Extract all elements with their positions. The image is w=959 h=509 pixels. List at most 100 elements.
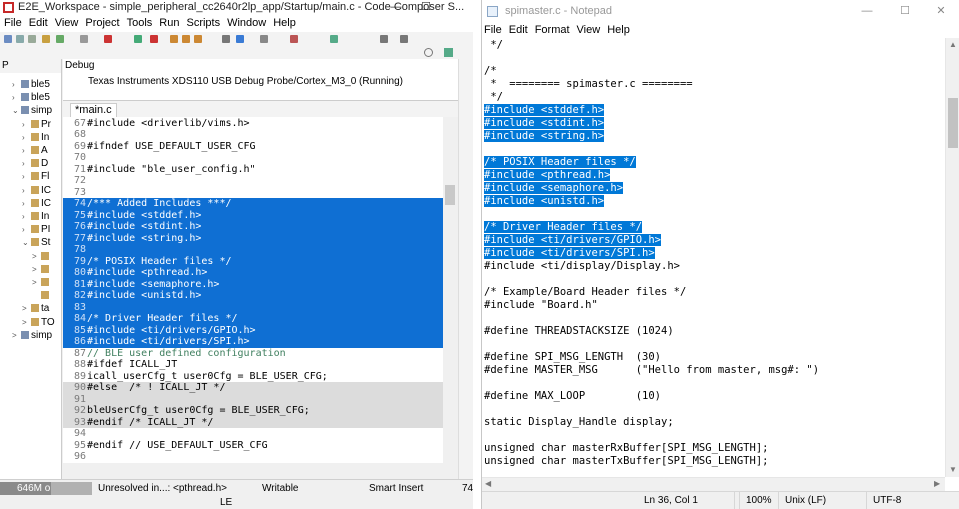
step-into-icon[interactable] bbox=[170, 35, 178, 43]
project-tree-item[interactable]: › A bbox=[22, 144, 48, 157]
menu-file[interactable]: File bbox=[482, 24, 507, 36]
scroll-left-arrow-icon[interactable]: ◀ bbox=[485, 479, 491, 488]
text-line[interactable]: /* Driver Header files */ bbox=[484, 220, 643, 234]
code-line[interactable]: 91 bbox=[63, 393, 443, 405]
expand-arrow-icon[interactable]: > bbox=[12, 329, 21, 342]
menu-project[interactable]: Project bbox=[81, 17, 122, 29]
text-line[interactable]: */ bbox=[484, 39, 503, 52]
text-line[interactable]: static Display_Handle display; bbox=[484, 416, 674, 429]
editor-scrollbar-thumb[interactable] bbox=[445, 185, 455, 205]
project-tree-item[interactable]: > bbox=[32, 250, 51, 263]
expand-arrow-icon[interactable]: > bbox=[32, 250, 41, 263]
code-line[interactable]: 67#include <driverlib/vims.h> bbox=[63, 118, 443, 130]
expand-arrow-icon[interactable]: › bbox=[22, 184, 31, 197]
code-line[interactable]: 93#endif /* ICALL_JT */ bbox=[63, 416, 443, 428]
expand-arrow-icon[interactable]: › bbox=[22, 144, 31, 157]
text-line[interactable]: #include <ti/drivers/GPIO.h> bbox=[484, 233, 662, 247]
project-tree-item[interactable]: › ble5 bbox=[12, 91, 50, 104]
expand-arrow-icon[interactable]: ⌄ bbox=[12, 104, 21, 117]
menu-edit[interactable]: Edit bbox=[25, 17, 51, 29]
notepad-horizontal-scrollbar[interactable]: ◀ ▶ bbox=[482, 477, 945, 491]
menu-view[interactable]: View bbox=[575, 24, 606, 36]
save-all-icon[interactable] bbox=[28, 35, 36, 43]
notepad-vertical-scrollbar[interactable]: ▲ ▼ bbox=[945, 38, 959, 477]
text-line[interactable]: unsigned char masterTxBuffer[SPI_MSG_LEN… bbox=[484, 455, 768, 468]
expand-arrow-icon[interactable]: › bbox=[22, 197, 31, 210]
text-line[interactable]: * ======== spimaster.c ======== bbox=[484, 78, 692, 91]
project-tree-item[interactable]: › ble5 bbox=[12, 78, 50, 91]
save-icon[interactable] bbox=[16, 35, 24, 43]
code-line[interactable]: 72 bbox=[63, 175, 443, 187]
code-line[interactable]: 74/*** Added Includes ***/ bbox=[63, 198, 443, 210]
menu-help[interactable]: Help bbox=[269, 17, 299, 29]
menu-window[interactable]: Window bbox=[223, 17, 269, 29]
menu-tools[interactable]: Tools bbox=[123, 17, 156, 29]
expand-arrow-icon[interactable]: › bbox=[22, 223, 31, 236]
code-line[interactable]: 69#ifndef USE_DEFAULT_USER_CFG bbox=[63, 141, 443, 153]
project-explorer-tab[interactable]: P bbox=[0, 59, 61, 73]
expand-arrow-icon[interactable]: > bbox=[22, 316, 31, 329]
quick-access-search-icon[interactable] bbox=[424, 48, 433, 57]
project-tree-item[interactable]: › IC bbox=[22, 184, 51, 197]
code-line[interactable]: 92bleUserCfg_t user0Cfg = BLE_USER_CFG; bbox=[63, 405, 443, 417]
project-tree-item[interactable]: › In bbox=[22, 131, 49, 144]
project-tree-item[interactable]: > TO bbox=[22, 316, 55, 329]
navigate-back-icon[interactable] bbox=[380, 35, 388, 43]
code-line[interactable]: 95#endif // USE_DEFAULT_USER_CFG bbox=[63, 440, 443, 452]
expand-arrow-icon[interactable]: ⌄ bbox=[22, 236, 31, 249]
heap-status[interactable]: 646M o bbox=[0, 482, 92, 495]
code-line[interactable]: 82#include <unistd.h> bbox=[63, 290, 443, 302]
build-icon[interactable] bbox=[42, 35, 50, 43]
tab-main-c[interactable]: *main.c bbox=[70, 103, 117, 117]
text-line[interactable]: /* POSIX Header files */ bbox=[484, 155, 636, 169]
scroll-right-arrow-icon[interactable]: ▶ bbox=[934, 479, 940, 488]
project-tree-item[interactable] bbox=[32, 289, 51, 302]
scroll-up-arrow-icon[interactable]: ▲ bbox=[949, 40, 957, 49]
project-tree-item[interactable]: ⌄ St bbox=[22, 236, 50, 249]
text-line[interactable]: unsigned char masterRxBuffer[SPI_MSG_LEN… bbox=[484, 442, 768, 455]
expand-arrow-icon[interactable]: > bbox=[32, 276, 41, 289]
text-line[interactable]: #include <pthread.h> bbox=[484, 168, 611, 182]
text-line[interactable]: #define THREADSTACKSIZE (1024) bbox=[484, 325, 674, 338]
expand-arrow-icon[interactable]: › bbox=[22, 118, 31, 131]
code-line[interactable]: 88#ifdef ICALL_JT bbox=[63, 359, 443, 371]
code-line[interactable]: 79/* POSIX Header files */ bbox=[63, 255, 443, 267]
debug-target-entry[interactable]: Texas Instruments XDS110 USB Debug Probe… bbox=[88, 76, 403, 87]
expand-arrow-icon[interactable]: › bbox=[22, 131, 31, 144]
code-line[interactable]: 70 bbox=[63, 152, 443, 164]
code-line[interactable]: 87// BLE user defined configuration bbox=[63, 348, 443, 360]
code-line[interactable]: 96 bbox=[63, 451, 443, 463]
close-button[interactable]: ✕ bbox=[922, 0, 959, 23]
step-return-icon[interactable] bbox=[194, 35, 202, 43]
debug-icon[interactable] bbox=[56, 35, 64, 43]
code-line[interactable]: 83 bbox=[63, 301, 443, 313]
project-tree-item[interactable]: › PI bbox=[22, 223, 50, 236]
open-perspective-icon[interactable] bbox=[444, 48, 453, 57]
code-line[interactable]: 84/* Driver Header files */ bbox=[63, 313, 443, 325]
expand-arrow-icon[interactable]: > bbox=[32, 263, 41, 276]
expressions-icon[interactable] bbox=[260, 35, 268, 43]
minimize-button[interactable]: — bbox=[381, 0, 411, 15]
menu-run[interactable]: Run bbox=[155, 17, 182, 29]
expand-arrow-icon[interactable]: › bbox=[12, 78, 21, 91]
code-line[interactable]: 85#include <ti/drivers/GPIO.h> bbox=[63, 324, 443, 336]
code-line[interactable]: 81#include <semaphore.h> bbox=[63, 278, 443, 290]
menu-file[interactable]: File bbox=[0, 17, 25, 29]
code-line[interactable]: 90#else /* ! ICALL_JT */ bbox=[63, 382, 443, 394]
terminate-icon[interactable] bbox=[150, 35, 158, 43]
text-line[interactable]: #include <string.h> bbox=[484, 129, 605, 143]
code-line[interactable]: 68 bbox=[63, 129, 443, 141]
project-tree-item[interactable]: › D bbox=[22, 157, 48, 170]
notepad-scrollbar-thumb[interactable] bbox=[948, 98, 958, 148]
menu-view[interactable]: View bbox=[51, 17, 82, 29]
text-line[interactable]: */ bbox=[484, 91, 503, 104]
project-tree-item[interactable]: > simp bbox=[12, 329, 52, 342]
navigate-forward-icon[interactable] bbox=[400, 35, 408, 43]
text-line[interactable]: /* Example/Board Header files */ bbox=[484, 286, 686, 299]
code-line[interactable]: 73 bbox=[63, 187, 443, 199]
menu-scripts[interactable]: Scripts bbox=[182, 17, 223, 29]
code-line[interactable]: 89icall_userCfg_t user0Cfg = BLE_USER_CF… bbox=[63, 371, 443, 383]
project-tree-item[interactable]: › In bbox=[22, 210, 49, 223]
scroll-down-arrow-icon[interactable]: ▼ bbox=[949, 465, 957, 474]
text-line[interactable]: /* bbox=[484, 65, 497, 78]
